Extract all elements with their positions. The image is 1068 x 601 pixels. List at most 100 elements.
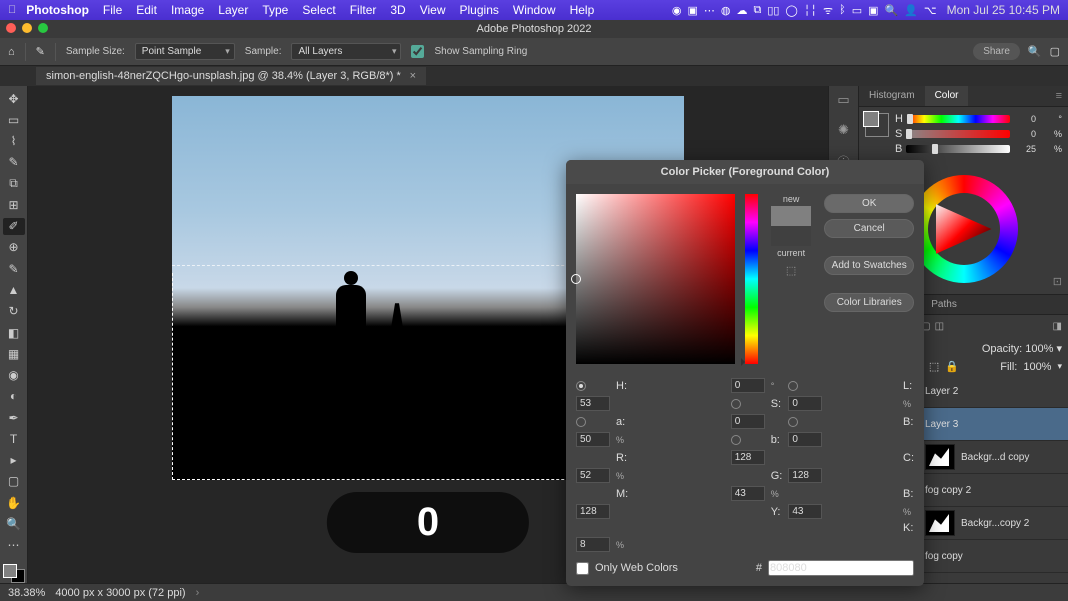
- c-input[interactable]: [576, 468, 610, 483]
- m-input[interactable]: [731, 486, 765, 501]
- healing-tool[interactable]: ⊕: [3, 239, 25, 256]
- hue-strip[interactable]: [745, 194, 758, 364]
- search-icon[interactable]: 🔍: [1028, 45, 1042, 58]
- lasso-tool[interactable]: ⌇: [3, 133, 25, 150]
- add-swatches-button[interactable]: Add to Swatches: [824, 256, 914, 275]
- panel-icon-1[interactable]: ▭: [837, 92, 849, 108]
- status-cloud-icon[interactable]: ☁: [737, 4, 748, 17]
- window-minimize-icon[interactable]: [22, 23, 32, 33]
- fill-value[interactable]: 100%: [1023, 361, 1051, 373]
- close-tab-icon[interactable]: ×: [410, 70, 416, 82]
- layer-mask-thumb[interactable]: [925, 444, 955, 470]
- ok-button[interactable]: OK: [824, 194, 914, 213]
- g-input[interactable]: [788, 468, 822, 483]
- layer-name[interactable]: Backgr...copy 2: [961, 518, 1062, 529]
- a-radio[interactable]: [576, 417, 586, 427]
- foreground-background-colors[interactable]: [3, 564, 25, 583]
- move-tool[interactable]: ✥: [3, 90, 25, 107]
- status-user-icon[interactable]: 👤: [904, 4, 918, 17]
- web-colors-checkbox[interactable]: [576, 562, 589, 575]
- status-sliders-icon[interactable]: ╎╎: [804, 4, 817, 17]
- shape-tool[interactable]: ▢: [3, 473, 25, 490]
- h-input[interactable]: [731, 378, 765, 393]
- menu-image[interactable]: Image: [171, 3, 204, 17]
- eyedropper-tool[interactable]: ✐: [3, 218, 25, 235]
- color-warning-icon[interactable]: ⬚: [768, 264, 815, 277]
- document-tab[interactable]: simon-english-48nerZQCHgo-unsplash.jpg @…: [36, 67, 426, 85]
- hue-strip-marker-icon[interactable]: [741, 358, 745, 366]
- menu-filter[interactable]: Filter: [350, 3, 377, 17]
- sample-dropdown[interactable]: All Layers: [291, 43, 401, 60]
- menu-window[interactable]: Window: [513, 3, 556, 17]
- h-slider-value[interactable]: 0: [1014, 114, 1036, 124]
- cancel-button[interactable]: Cancel: [824, 219, 914, 238]
- status-screen-icon[interactable]: ⧉: [754, 4, 762, 17]
- share-button[interactable]: Share: [973, 43, 1020, 60]
- status-app-icon[interactable]: ◍: [721, 4, 731, 17]
- status-circle-icon[interactable]: ◯: [785, 4, 797, 17]
- layer-name[interactable]: fog copy 2: [925, 485, 1062, 496]
- l-radio[interactable]: [788, 381, 798, 391]
- status-wifi-icon[interactable]: ᯤ: [823, 3, 833, 18]
- s-slider[interactable]: [906, 130, 1010, 138]
- home-icon[interactable]: ⌂: [8, 46, 15, 58]
- menu-view[interactable]: View: [420, 3, 446, 17]
- layer-name[interactable]: fog copy: [925, 551, 1062, 562]
- bb-radio[interactable]: [731, 435, 741, 445]
- b-input[interactable]: [576, 432, 610, 447]
- lock-all-icon[interactable]: 🔒: [945, 360, 959, 373]
- s-slider-value[interactable]: 0: [1014, 129, 1036, 139]
- h-radio[interactable]: [576, 381, 586, 391]
- panel-menu-icon[interactable]: ≡: [1050, 86, 1068, 106]
- layer-name[interactable]: Backgr...d copy: [961, 452, 1062, 463]
- b-slider-value[interactable]: 25: [1014, 144, 1036, 154]
- quick-select-tool[interactable]: ✎: [3, 154, 25, 171]
- frame-tool[interactable]: ⊞: [3, 196, 25, 213]
- status-bluetooth-icon[interactable]: ᛒ: [839, 4, 846, 16]
- layer-name[interactable]: Layer 3: [925, 419, 1062, 430]
- menu-3d[interactable]: 3D: [390, 3, 405, 17]
- gradient-tool[interactable]: ▦: [3, 345, 25, 362]
- status-camera-icon[interactable]: ▣: [687, 4, 697, 17]
- menu-edit[interactable]: Edit: [136, 3, 157, 17]
- status-control-icon[interactable]: ⌥: [924, 4, 937, 17]
- crop-tool[interactable]: ⧉: [3, 175, 25, 192]
- type-tool[interactable]: T: [3, 430, 25, 447]
- menu-type[interactable]: Type: [262, 3, 288, 17]
- bl-input[interactable]: [576, 504, 610, 519]
- status-cast-icon[interactable]: ▣: [868, 4, 878, 17]
- layer-mask-thumb[interactable]: [925, 510, 955, 536]
- marquee-tool[interactable]: ▭: [3, 111, 25, 128]
- opacity-value[interactable]: 100%: [1025, 343, 1053, 355]
- bb-input[interactable]: [788, 432, 822, 447]
- menu-app[interactable]: Photoshop: [26, 3, 89, 17]
- tab-paths[interactable]: Paths: [921, 295, 967, 314]
- menu-file[interactable]: File: [103, 3, 122, 17]
- sample-size-dropdown[interactable]: Point Sample: [135, 43, 235, 60]
- window-close-icon[interactable]: [6, 23, 16, 33]
- menu-layer[interactable]: Layer: [218, 3, 248, 17]
- zoom-tool[interactable]: 🔍: [3, 515, 25, 532]
- l-input[interactable]: [576, 396, 610, 411]
- menu-plugins[interactable]: Plugins: [460, 3, 499, 17]
- color-panel-swatch[interactable]: [865, 113, 889, 137]
- tool-preset-icon[interactable]: ✎: [36, 45, 45, 58]
- color-libraries-button[interactable]: Color Libraries: [824, 293, 914, 312]
- status-search-icon[interactable]: 🔍: [885, 4, 899, 17]
- edit-toolbar[interactable]: ⋯: [3, 537, 25, 554]
- b-slider[interactable]: [906, 145, 1010, 153]
- lock-nest-icon[interactable]: ⬚: [929, 360, 939, 373]
- stamp-tool[interactable]: ▲: [3, 281, 25, 298]
- menu-select[interactable]: Select: [302, 3, 335, 17]
- apple-icon[interactable]: : [8, 4, 16, 16]
- filter-toggle-icon[interactable]: ◨: [1053, 321, 1062, 332]
- hex-input[interactable]: [768, 560, 914, 576]
- status-info-chevron-icon[interactable]: ›: [196, 587, 200, 599]
- blur-tool[interactable]: ◉: [3, 366, 25, 383]
- k-input[interactable]: [576, 537, 610, 552]
- dodge-tool[interactable]: ◐: [3, 388, 25, 405]
- workspace-icon[interactable]: ▢: [1050, 45, 1060, 58]
- tab-color[interactable]: Color: [925, 86, 969, 106]
- menu-help[interactable]: Help: [570, 3, 595, 17]
- status-zoom[interactable]: 38.38%: [8, 587, 45, 599]
